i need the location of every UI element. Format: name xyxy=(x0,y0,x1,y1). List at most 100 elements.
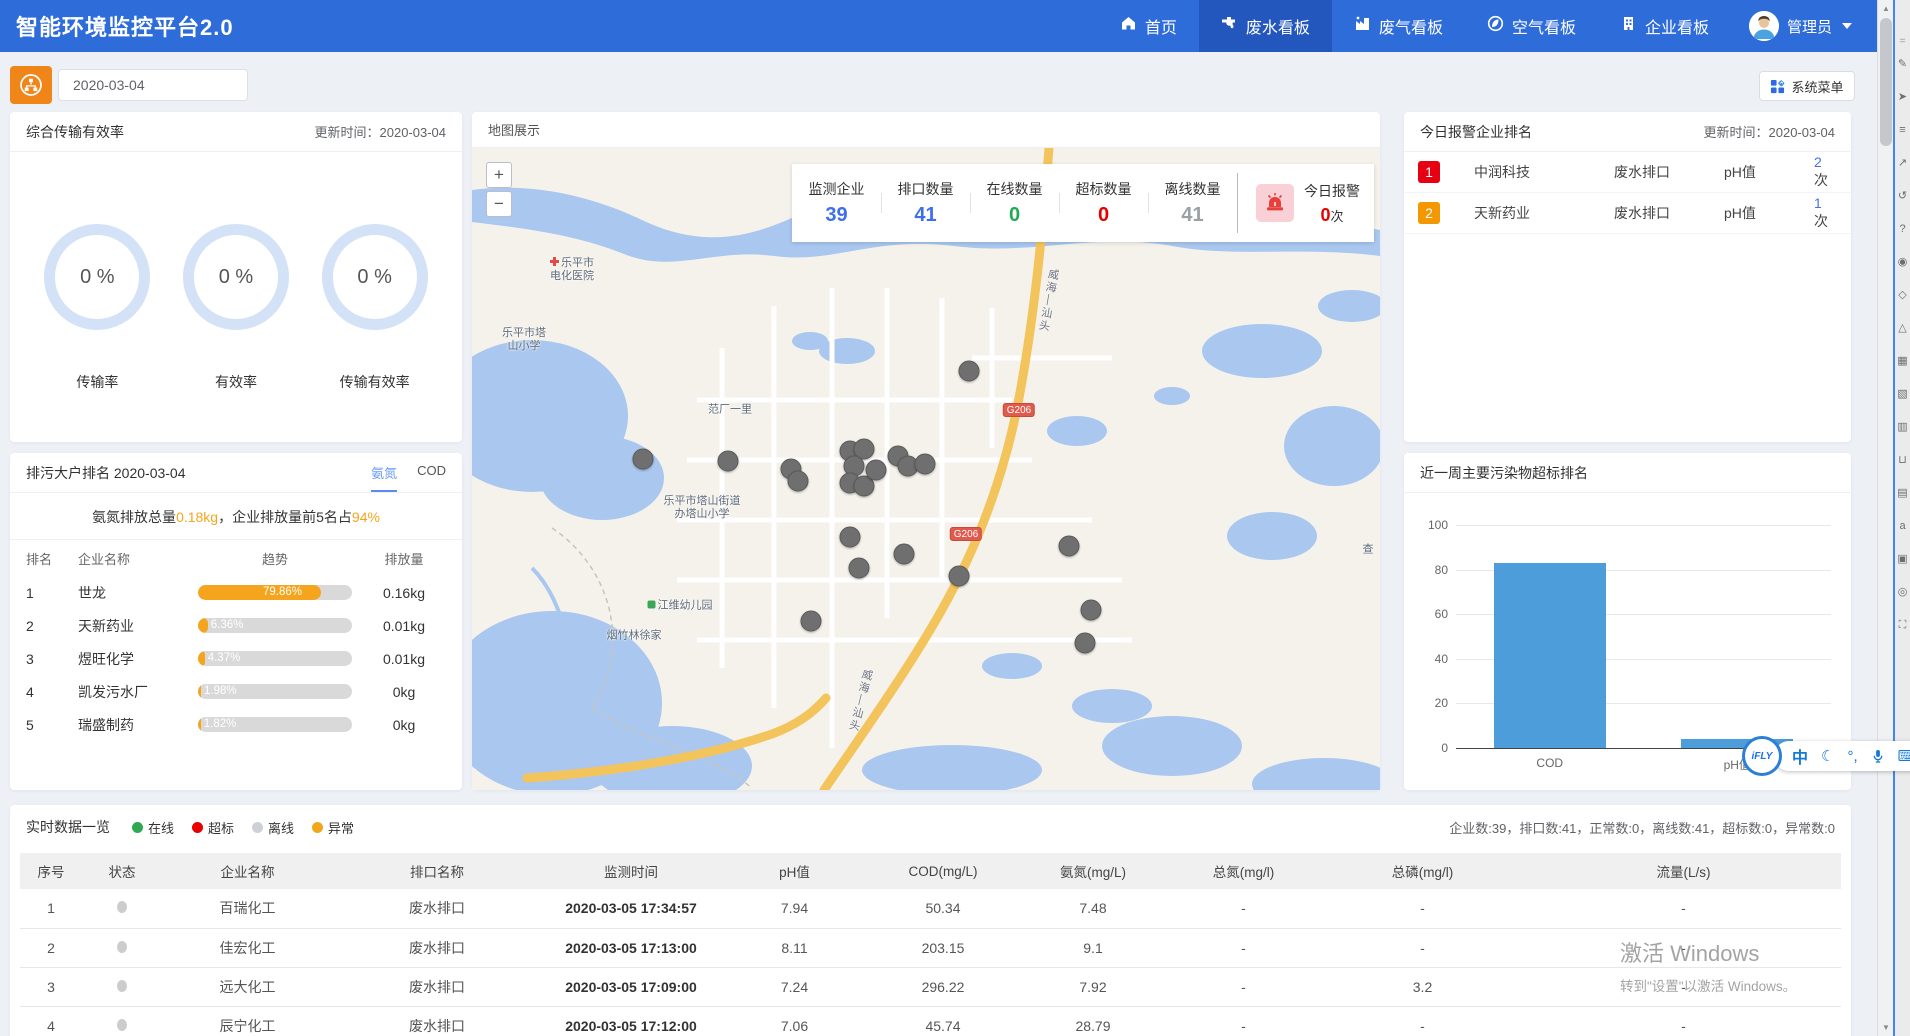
cursor-icon[interactable]: ➤ xyxy=(1898,91,1907,103)
date-input[interactable] xyxy=(58,69,248,101)
table-icon[interactable]: ▦ xyxy=(1897,355,1907,367)
stat-排口数量: 排口数量41 xyxy=(881,179,970,227)
column-header: 总磷(mg/l) xyxy=(1319,853,1526,889)
map-place-label: 乐平市塔山街道办塔山小学 xyxy=(664,495,741,521)
home-icon xyxy=(1120,15,1137,37)
enterprise-marker[interactable] xyxy=(840,527,861,548)
punctuation-icon[interactable]: °, xyxy=(1847,748,1857,765)
image-icon[interactable]: ▣ xyxy=(1897,553,1907,565)
zoom-in-button[interactable]: + xyxy=(486,162,512,188)
enterprise-marker[interactable] xyxy=(866,460,887,481)
enterprise-marker[interactable] xyxy=(633,449,654,470)
tn-cell: - xyxy=(1168,1006,1319,1036)
badge-icon[interactable]: ◉ xyxy=(1898,256,1908,268)
globe-icon[interactable]: ◎ xyxy=(1898,586,1908,598)
alarm-count: 0 xyxy=(1320,205,1330,225)
flow-cell: - xyxy=(1526,967,1841,1006)
legend-在线: 在线 xyxy=(132,818,174,837)
map-canvas[interactable]: 乐平市电化医院乐平市塔山小学范厂一里乐平市塔山街道办塔山小学江维幼儿园烟竹林徐家… xyxy=(472,148,1380,790)
trend-bar: 1.98% xyxy=(198,684,352,699)
text-tool-icon[interactable]: a xyxy=(1899,520,1905,532)
zoom-out-button[interactable]: − xyxy=(486,191,512,217)
sliders-icon[interactable]: ≡ xyxy=(1899,124,1905,136)
panel-title: 近一周主要污染物超标排名 xyxy=(1420,463,1588,483)
system-menu-button[interactable]: 系统菜单 xyxy=(1759,71,1855,101)
enterprise-marker[interactable] xyxy=(915,454,936,475)
panel-title: 综合传输有效率 xyxy=(26,122,124,142)
sidebar-handle[interactable]: = xyxy=(1900,36,1906,47)
keyboard-icon[interactable]: ⌨ xyxy=(1898,747,1910,765)
sitemap-button[interactable] xyxy=(10,66,52,104)
alarm-item: pH值 xyxy=(1724,162,1814,182)
trend-bar-fill xyxy=(198,684,201,699)
company-name: 煜旺化学 xyxy=(78,649,188,669)
legend-dot xyxy=(312,822,323,833)
realtime-table: 序号状态企业名称排口名称监测时间pH值COD(mg/L)氨氮(mg/L)总氮(m… xyxy=(20,853,1841,1036)
flow-cell: - xyxy=(1526,889,1841,928)
history-icon[interactable]: ↺ xyxy=(1898,190,1907,202)
alarm-item: pH值 xyxy=(1724,203,1814,223)
warning-icon[interactable]: △ xyxy=(1898,322,1906,334)
enterprise-marker[interactable] xyxy=(949,566,970,587)
shapes-icon[interactable]: ◇ xyxy=(1898,289,1906,301)
company-cell: 辰宁化工 xyxy=(162,1006,333,1036)
outlet-cell: 废水排口 xyxy=(333,1006,541,1036)
nav-item-home[interactable]: 首页 xyxy=(1098,0,1199,52)
status-dot-cell xyxy=(82,967,162,1006)
scrollbar-thumb[interactable] xyxy=(1880,18,1892,146)
image-copy-icon[interactable]: ▤ xyxy=(1897,487,1907,499)
tab-氨氮[interactable]: 氨氮 xyxy=(371,453,397,492)
offline-status-dot xyxy=(117,980,127,992)
page-scrollbar[interactable]: ▲ ▼ xyxy=(1877,0,1893,1036)
nav-item-exhaust[interactable]: 废气看板 xyxy=(1332,0,1465,52)
outlet-name: 废水排口 xyxy=(1614,203,1724,223)
gauge-ring: 0 % xyxy=(322,224,428,330)
enterprise-marker[interactable] xyxy=(718,451,739,472)
update-time: 更新时间：2020-03-04 xyxy=(315,122,447,141)
nav-item-wastewater[interactable]: 废水看板 xyxy=(1199,0,1332,52)
stat-label: 离线数量 xyxy=(1148,179,1237,199)
emission-amount: 0kg xyxy=(362,684,446,700)
tray-icon[interactable]: ⊔ xyxy=(1898,454,1907,466)
alarm-unit: 次 xyxy=(1331,209,1344,224)
system-menu-label: 系统菜单 xyxy=(1791,77,1843,96)
tab-COD[interactable]: COD xyxy=(417,453,446,492)
nav-item-label: 首页 xyxy=(1145,14,1177,38)
bar-chart-icon[interactable]: ▥ xyxy=(1897,421,1907,433)
enterprise-marker[interactable] xyxy=(1081,600,1102,621)
nav-item-label: 废气看板 xyxy=(1379,14,1443,38)
enterprise-marker[interactable] xyxy=(959,361,980,382)
help-icon[interactable]: ? xyxy=(1899,223,1905,235)
capture-icon[interactable]: ⛶ xyxy=(1899,619,1907,631)
ranking-row: 2天新药业6.36%0.01kg xyxy=(10,609,462,642)
enterprise-marker[interactable] xyxy=(801,611,822,632)
nav-item-air[interactable]: 空气看板 xyxy=(1465,0,1598,52)
microphone-icon[interactable] xyxy=(1871,749,1885,764)
enterprise-marker[interactable] xyxy=(788,471,809,492)
ranking-header: 排名企业名称趋势排放量 xyxy=(10,540,462,576)
nh3-cell: 7.92 xyxy=(1018,967,1168,1006)
moon-icon[interactable]: ☾ xyxy=(1821,747,1834,765)
stat-label: 在线数量 xyxy=(970,179,1059,199)
scroll-up-icon[interactable]: ▲ xyxy=(1878,4,1894,13)
trend-bar: 79.86% xyxy=(198,585,352,600)
user-menu[interactable]: 管理员 xyxy=(1739,11,1878,41)
layout-icon[interactable]: ▧ xyxy=(1897,388,1907,400)
enterprise-marker[interactable] xyxy=(849,558,870,579)
enterprise-marker[interactable] xyxy=(894,544,915,565)
nav-item-label: 空气看板 xyxy=(1512,14,1576,38)
gauge-ring: 0 % xyxy=(44,224,150,330)
enterprise-marker[interactable] xyxy=(1075,633,1096,654)
map-stats-overlay: 监测企业39排口数量41在线数量0超标数量0离线数量41 今日报警 0次 xyxy=(792,164,1374,242)
outlet-cell: 废水排口 xyxy=(333,889,541,928)
enterprise-marker[interactable] xyxy=(1059,536,1080,557)
share-icon[interactable]: ↗ xyxy=(1898,157,1907,169)
y-axis-tick: 100 xyxy=(1428,518,1456,532)
ifly-logo[interactable]: iFLY xyxy=(1742,736,1782,776)
legend-label: 异常 xyxy=(328,818,354,837)
nav-item-enterprise[interactable]: 企业看板 xyxy=(1598,0,1731,52)
pen-icon[interactable]: ✎ xyxy=(1898,58,1907,70)
legend-超标: 超标 xyxy=(192,818,234,837)
chinese-mode-icon[interactable]: 中 xyxy=(1792,744,1808,768)
scroll-down-icon[interactable]: ▼ xyxy=(1878,1023,1894,1032)
